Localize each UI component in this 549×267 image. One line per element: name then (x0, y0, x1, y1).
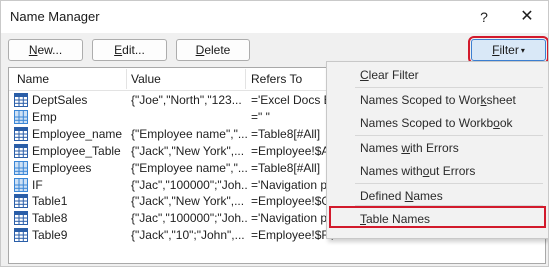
filter-button[interactable]: Filter ▾ (468, 36, 548, 64)
table-icon (14, 126, 28, 141)
delete-button[interactable]: Delete (176, 39, 250, 61)
menu-separator (355, 183, 543, 184)
menu-item-names-with-errors[interactable]: Names with Errors (360, 141, 459, 155)
edit-button[interactable]: Edit... (92, 39, 167, 61)
refers-to-cell: =Table8[#All] (251, 160, 321, 175)
menu-item-names-scoped-worksheet[interactable]: Names Scoped to Worksheet (360, 93, 516, 107)
column-header-value[interactable]: Value (131, 72, 161, 86)
column-divider[interactable] (126, 69, 127, 89)
name-cell: Emp (32, 109, 57, 124)
close-button[interactable]: ✕ (513, 5, 541, 29)
dialog-title: Name Manager (10, 9, 100, 24)
value-cell: {"Joe","North","123... (131, 93, 242, 107)
name-cell: Employees (32, 160, 92, 175)
value-cell: {"Jack","10";"John",... (131, 228, 245, 243)
named-range-icon (14, 109, 28, 124)
menu-separator (355, 135, 543, 136)
refers-to-cell: =Employee!$G (251, 194, 331, 209)
table-icon (14, 143, 28, 158)
table-icon (14, 228, 28, 243)
refers-to-cell: =" " (251, 109, 270, 124)
menu-item-names-scoped-workbook[interactable]: Names Scoped to Workbook (360, 116, 513, 130)
table-icon (14, 211, 28, 226)
name-manager-dialog: Name Manager ? ✕ New... Edit... Delete F… (0, 0, 549, 267)
menu-item-clear-filter[interactable]: Clear Filter (360, 68, 419, 82)
menu-item-table-names[interactable]: Table Names (360, 212, 430, 226)
value-cell: {"Employee name","... (131, 126, 247, 141)
table-icon (14, 194, 28, 209)
column-header-refers-to[interactable]: Refers To (251, 72, 302, 86)
named-range-icon (14, 177, 28, 192)
value-cell: {"Jac","100000";"Joh... (131, 211, 247, 226)
refers-to-cell: ='Navigation p (251, 211, 328, 226)
refers-to-cell: =Table8[#All] (251, 126, 321, 141)
refers-to-cell: =Employee!$AS (251, 143, 333, 158)
value-cell: {"Employee name","... (131, 160, 247, 175)
refers-to-cell: ='Excel Docs Ex (251, 93, 333, 107)
help-button[interactable]: ? (471, 5, 497, 29)
title-bar: Name Manager ? ✕ (1, 1, 548, 33)
table-icon (14, 93, 28, 107)
refers-to-cell: ='Navigation p (251, 177, 328, 192)
value-cell: {"Jac","100000";"Joh... (131, 177, 247, 192)
name-cell: Employee_name (32, 126, 123, 141)
column-divider[interactable] (245, 69, 246, 89)
name-cell: DeptSales (32, 93, 88, 107)
chevron-down-icon: ▾ (520, 46, 525, 55)
refers-to-cell: =Employee!$F$20:$... (251, 228, 333, 243)
value-cell: {"Jack","New York",... (131, 143, 245, 158)
column-header-name[interactable]: Name (17, 72, 49, 86)
filter-menu: Clear Filter Names Scoped to Worksheet N… (326, 61, 548, 239)
name-cell: Table8 (32, 211, 68, 226)
name-cell: Table1 (32, 194, 68, 209)
menu-separator (355, 87, 543, 88)
menu-item-defined-names[interactable]: Defined Names (360, 189, 443, 203)
value-cell: {"Jack","New York",... (131, 194, 245, 209)
menu-item-names-without-errors[interactable]: Names without Errors (360, 164, 475, 178)
named-range-icon (14, 160, 28, 175)
new-button[interactable]: New... (8, 39, 83, 61)
name-cell: IF (32, 177, 43, 192)
name-cell: Table9 (32, 228, 68, 243)
name-cell: Employee_Table (32, 143, 121, 158)
